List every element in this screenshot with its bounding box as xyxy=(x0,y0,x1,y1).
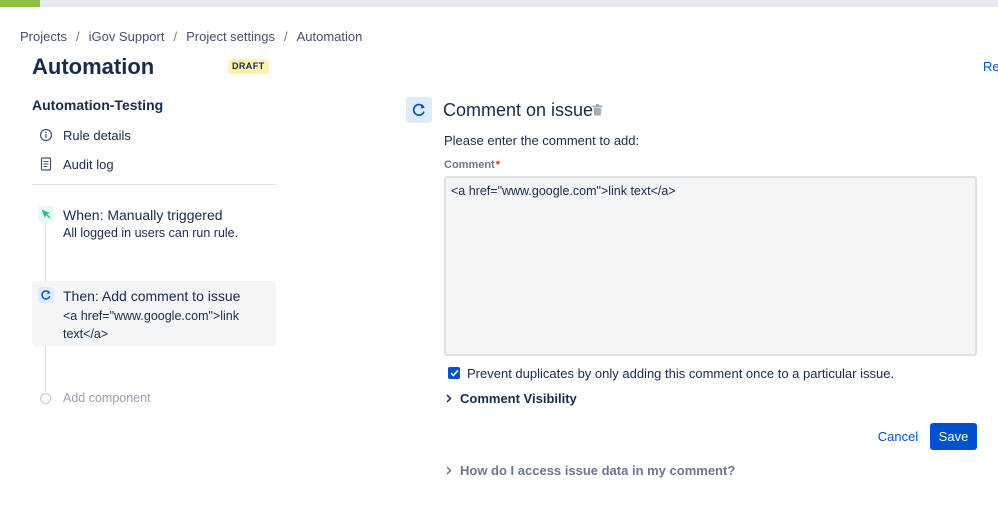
cursor-trigger-icon xyxy=(38,206,54,222)
breadcrumb-automation[interactable]: Automation xyxy=(297,29,363,44)
breadcrumb-igov-support[interactable]: iGov Support xyxy=(89,29,165,44)
breadcrumb-project-settings[interactable]: Project settings xyxy=(186,29,275,44)
breadcrumb-separator: / xyxy=(173,29,178,44)
info-icon xyxy=(38,127,54,143)
document-icon xyxy=(38,156,54,172)
top-right-link[interactable]: Re xyxy=(983,59,998,74)
rule-name: Automation-Testing xyxy=(32,97,164,113)
add-component-label: Add component xyxy=(63,391,151,405)
chevron-right-icon xyxy=(444,393,454,403)
comment-refresh-icon xyxy=(406,97,432,123)
trigger-step-description: All logged in users can run rule. xyxy=(63,226,239,240)
prevent-duplicates-checkbox[interactable] xyxy=(448,367,460,379)
action-step-title: Then: Add comment to issue xyxy=(63,288,241,304)
checkmark-icon xyxy=(449,369,459,377)
trigger-step-title: When: Manually triggered xyxy=(63,207,223,223)
comment-label-text: Comment xyxy=(444,159,495,171)
comment-visibility-label: Comment Visibility xyxy=(460,390,577,406)
sidebar-divider xyxy=(32,184,276,185)
top-progress-bar xyxy=(0,0,998,7)
status-badge: DRAFT xyxy=(228,59,269,74)
audit-log-link[interactable]: Audit log xyxy=(38,154,114,174)
page-title: Automation xyxy=(32,54,155,79)
breadcrumb-projects[interactable]: Projects xyxy=(20,29,67,44)
comment-refresh-icon xyxy=(38,287,54,303)
comment-visibility-toggle[interactable]: Comment Visibility xyxy=(444,390,577,406)
trigger-step[interactable]: When: Manually triggered All logged in u… xyxy=(32,201,276,247)
breadcrumb: Projects / iGov Support / Project settings / A… xyxy=(20,29,362,44)
panel-title: Comment on issue xyxy=(443,100,594,120)
panel-instruction: Please enter the comment to add: xyxy=(444,133,640,148)
audit-log-label: Audit log xyxy=(63,156,114,172)
save-button[interactable]: Save xyxy=(930,423,977,450)
chevron-right-icon xyxy=(444,465,454,475)
action-step[interactable]: Then: Add comment to issue <a href="www.… xyxy=(32,281,276,346)
comment-field-label: Comment* xyxy=(444,159,500,171)
breadcrumb-separator: / xyxy=(283,29,288,44)
rule-details-link[interactable]: Rule details xyxy=(38,125,131,145)
comment-textarea[interactable]: <a href="www.google.com">link text</a> xyxy=(444,176,977,356)
add-component-dot xyxy=(40,392,51,404)
breadcrumb-separator: / xyxy=(75,29,80,44)
rule-details-label: Rule details xyxy=(63,127,131,143)
trash-icon[interactable] xyxy=(590,103,604,117)
help-expander[interactable]: How do I access issue data in my comment… xyxy=(444,462,735,478)
progress-fill xyxy=(0,0,40,7)
cancel-button[interactable]: Cancel xyxy=(870,423,926,450)
add-component-button[interactable]: Add component xyxy=(40,390,151,406)
help-label: How do I access issue data in my comment… xyxy=(460,462,736,478)
action-step-description: <a href="www.google.com">link text</a> xyxy=(63,309,239,341)
prevent-duplicates-label: Prevent duplicates by only adding this c… xyxy=(467,366,895,381)
required-marker: * xyxy=(495,159,501,171)
